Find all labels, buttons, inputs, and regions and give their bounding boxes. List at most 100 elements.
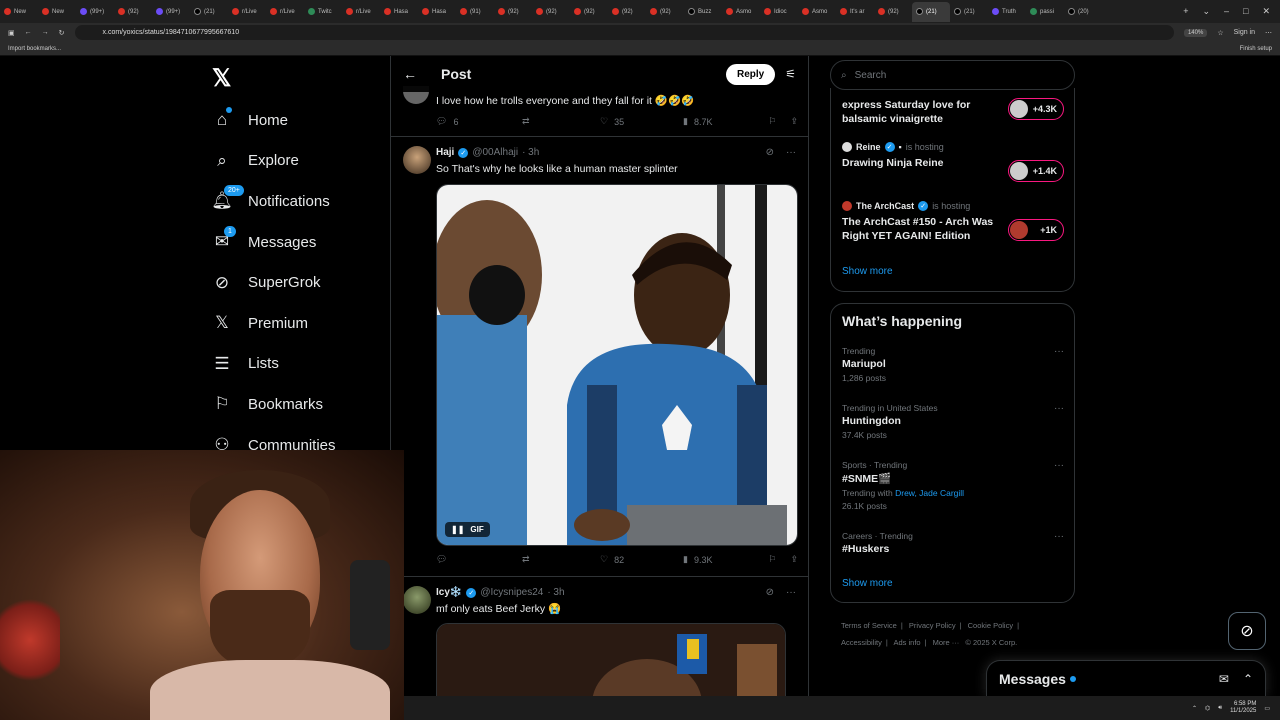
space-listeners-pill[interactable]: +1.4K	[1008, 160, 1064, 182]
trending-with-names[interactable]: Drew, Jade Cargill	[895, 488, 964, 498]
url-field[interactable]: x.com/yoxics/status/1984710677995667610	[74, 25, 1174, 40]
trend-item[interactable]: Trending Mariupol 1,286 posts ···	[842, 346, 1064, 383]
share-icon[interactable]: ⇪	[790, 554, 798, 565]
tray-chevron-icon[interactable]: ⌃	[1192, 705, 1197, 712]
search-input[interactable]	[854, 69, 1045, 81]
nav-bookmarks[interactable]: ⚐ Bookmarks	[212, 384, 336, 425]
nav-explore[interactable]: ⌕ Explore	[212, 141, 336, 182]
back-arrow-icon[interactable]: ←	[25, 29, 32, 36]
trend-item[interactable]: Careers · Trending #Huskers ···	[842, 531, 1064, 555]
browser-tab[interactable]: New	[38, 2, 76, 22]
maximize-button[interactable]: □	[1243, 6, 1248, 17]
more-icon[interactable]: ···	[1054, 403, 1064, 414]
retweet-action[interactable]: ⇄	[522, 116, 600, 127]
reply-button[interactable]: Reply	[726, 63, 776, 85]
more-link[interactable]: More ···	[933, 638, 960, 647]
browser-tab[interactable]: Twitc	[304, 2, 342, 22]
browser-tab[interactable]: passi	[1026, 2, 1064, 22]
avatar[interactable]	[403, 586, 431, 614]
zoom-level[interactable]: 140%	[1183, 28, 1208, 37]
browser-tab[interactable]: (92)	[608, 2, 646, 22]
views-action[interactable]: ▮ 8.7K	[683, 116, 765, 127]
browser-menu-icon[interactable]: ⋯	[1265, 29, 1272, 37]
tweet-time[interactable]: · 3h	[547, 587, 564, 598]
browser-tab[interactable]: Truth	[988, 2, 1026, 22]
bookmark-icon[interactable]: ⚐	[768, 116, 776, 127]
network-icon[interactable]: ⌬	[1205, 705, 1210, 712]
grok-icon[interactable]: ⊘	[766, 587, 774, 598]
more-icon[interactable]: ···	[1054, 531, 1064, 542]
nav-notifications[interactable]: 🔔︎ 20+ Notifications	[211, 181, 336, 222]
grok-icon[interactable]: ⊘	[766, 147, 774, 158]
nav-home[interactable]: ⌂ Home	[212, 100, 336, 141]
more-icon[interactable]: ···	[1054, 346, 1064, 357]
browser-tab[interactable]: r/Live	[342, 2, 380, 22]
nav-supergrok[interactable]: ⊘ SuperGrok	[212, 262, 336, 303]
browser-tab[interactable]: Hasa	[380, 2, 418, 22]
author-handle[interactable]: @Icysnipes24	[480, 587, 543, 598]
finish-setup-link[interactable]: Finish setup	[1240, 46, 1272, 52]
reload-icon[interactable]: ↻	[59, 29, 65, 37]
more-icon[interactable]: ···	[786, 587, 796, 598]
favorite-star-icon[interactable]: ☆	[1217, 29, 1223, 37]
browser-tab[interactable]: (92)	[646, 2, 684, 22]
close-window-button[interactable]: ✕	[1262, 6, 1270, 17]
bookmark-icon[interactable]: ⚐	[768, 554, 776, 565]
grok-floating-button[interactable]: ⊘	[1228, 612, 1266, 650]
x-logo-icon[interactable]: 𝕏	[212, 64, 231, 93]
accessibility-link[interactable]: Accessibility	[841, 638, 882, 647]
space-listeners-pill[interactable]: +1K	[1008, 219, 1064, 241]
reply-action[interactable]: 💬︎ 6	[436, 116, 522, 127]
browser-tab[interactable]: (21)	[912, 1, 950, 22]
retweet-action[interactable]: ⇄	[522, 554, 600, 565]
video-media[interactable]	[436, 623, 786, 696]
browser-tab[interactable]: Asmo	[722, 2, 760, 22]
gif-media[interactable]: ❚❚ GIF	[436, 184, 798, 546]
space-listeners-pill[interactable]: +4.3K	[1008, 98, 1064, 120]
volume-icon[interactable]: 🔊︎	[1218, 705, 1222, 712]
author-name[interactable]: Haji	[436, 147, 454, 158]
browser-tab[interactable]: (20)	[1064, 2, 1102, 22]
new-tab-button[interactable]: +	[1183, 6, 1188, 17]
browser-tab[interactable]: Idioc	[760, 2, 798, 22]
search-box[interactable]: ⌕	[830, 60, 1075, 90]
sliders-icon[interactable]: ⚟	[785, 67, 796, 81]
gif-badge[interactable]: ❚❚ GIF	[445, 522, 490, 537]
privacy-link[interactable]: Privacy Policy	[909, 621, 956, 630]
avatar[interactable]	[403, 146, 431, 174]
compose-message-icon[interactable]: ✉	[1219, 672, 1229, 686]
terms-link[interactable]: Terms of Service	[841, 621, 897, 630]
views-action[interactable]: ▮ 9.3K	[683, 554, 765, 565]
system-clock[interactable]: 6:58 PM 11/1/2025	[1230, 701, 1256, 715]
trend-item[interactable]: Trending in United States Huntingdon 37.…	[842, 403, 1064, 440]
space-item[interactable]: Reine ✓ ▪ is hosting Drawing Ninja Reine +1…	[842, 142, 1064, 182]
tab-list-button[interactable]: ⌄	[1202, 6, 1210, 17]
like-action[interactable]: ♡ 35	[600, 116, 683, 127]
expand-icon[interactable]: ⌃	[1243, 672, 1253, 686]
browser-tab[interactable]: r/Live	[228, 2, 266, 22]
sidebar-toggle-icon[interactable]: ▣	[8, 29, 15, 37]
nav-lists[interactable]: ☰ Lists	[212, 344, 336, 385]
show-more-link[interactable]: Show more	[842, 578, 893, 589]
tweet-time[interactable]: · 3h	[522, 147, 539, 158]
nav-messages[interactable]: ✉ 1 Messages	[212, 222, 336, 263]
browser-tab[interactable]: Buzz	[684, 2, 722, 22]
browser-tab[interactable]: r/Live	[266, 2, 304, 22]
browser-tab[interactable]: (99+)	[76, 2, 114, 22]
minimize-button[interactable]: –	[1224, 6, 1229, 17]
back-arrow-icon[interactable]: ←	[403, 66, 433, 82]
browser-tab[interactable]: (92)	[494, 2, 532, 22]
browser-tab[interactable]: (91)	[456, 2, 494, 22]
reply-action[interactable]: 💬︎	[436, 554, 522, 565]
browser-tab[interactable]: Asmo	[798, 2, 836, 22]
browser-tab[interactable]: (21)	[950, 2, 988, 22]
like-action[interactable]: ♡ 82	[600, 554, 683, 565]
forward-arrow-icon[interactable]: →	[42, 29, 49, 36]
browser-tab[interactable]: Hasa	[418, 2, 456, 22]
browser-tab[interactable]: (99+)	[152, 2, 190, 22]
share-icon[interactable]: ⇪	[790, 116, 798, 127]
sign-in-button[interactable]: Sign in	[1234, 29, 1255, 36]
more-icon[interactable]: ···	[786, 147, 796, 158]
space-item[interactable]: The ArchCast ✓ is hosting The ArchCast #15…	[842, 201, 1064, 243]
author-handle[interactable]: @00Alhaji	[472, 147, 518, 158]
